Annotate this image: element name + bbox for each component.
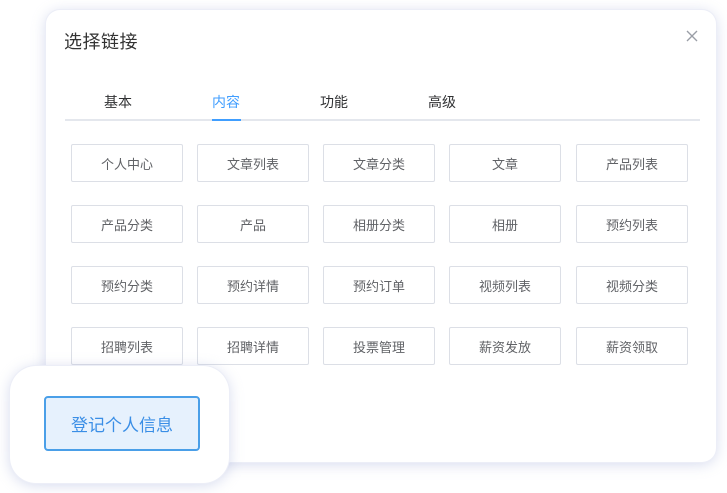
tab-bar: 基本 内容 功能 高级 xyxy=(65,86,700,121)
link-option[interactable]: 招聘列表 xyxy=(71,327,183,365)
link-option[interactable]: 预约订单 xyxy=(323,266,435,304)
link-option[interactable]: 产品分类 xyxy=(71,205,183,243)
close-icon[interactable] xyxy=(682,26,702,46)
link-option[interactable]: 视频分类 xyxy=(576,266,688,304)
tab-advanced[interactable]: 高级 xyxy=(428,92,456,112)
link-option[interactable]: 预约分类 xyxy=(71,266,183,304)
link-option[interactable]: 文章分类 xyxy=(323,144,435,182)
tab-content[interactable]: 内容 xyxy=(212,92,240,112)
link-option[interactable]: 预约详情 xyxy=(197,266,309,304)
link-option[interactable]: 文章列表 xyxy=(197,144,309,182)
floating-card: 登记个人信息 xyxy=(10,366,229,483)
dialog-title: 选择链接 xyxy=(64,32,138,53)
link-option[interactable]: 投票管理 xyxy=(323,327,435,365)
link-option[interactable]: 产品 xyxy=(197,205,309,243)
link-option[interactable]: 个人中心 xyxy=(71,144,183,182)
link-option[interactable]: 产品列表 xyxy=(576,144,688,182)
link-option[interactable]: 预约列表 xyxy=(576,205,688,243)
tab-function[interactable]: 功能 xyxy=(320,92,348,112)
active-tab-indicator xyxy=(212,119,241,121)
link-option[interactable]: 招聘详情 xyxy=(197,327,309,365)
link-option[interactable]: 文章 xyxy=(449,144,561,182)
link-option[interactable]: 薪资领取 xyxy=(576,327,688,365)
link-option[interactable]: 相册 xyxy=(449,205,561,243)
link-option[interactable]: 相册分类 xyxy=(323,205,435,243)
link-option[interactable]: 薪资发放 xyxy=(449,327,561,365)
link-option[interactable]: 视频列表 xyxy=(449,266,561,304)
tab-basic[interactable]: 基本 xyxy=(104,92,132,112)
register-info-button[interactable]: 登记个人信息 xyxy=(44,396,200,451)
